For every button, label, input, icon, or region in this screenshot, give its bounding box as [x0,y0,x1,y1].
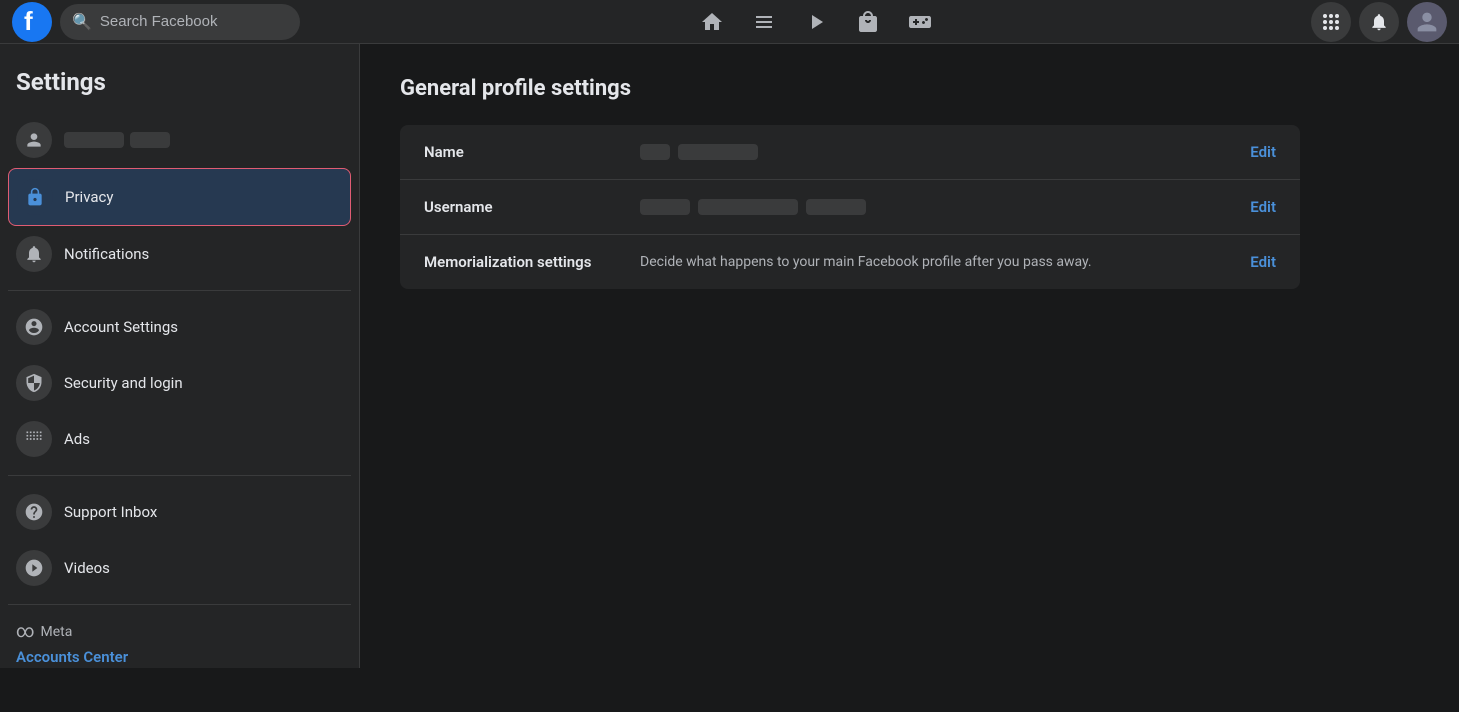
apps-menu-button[interactable] [1311,2,1351,42]
facebook-logo[interactable]: f [12,2,52,42]
watch-nav-button[interactable] [792,4,840,40]
meta-infinity-icon: ∞ [16,621,35,642]
username-redacted-2 [698,199,798,215]
username-redacted-3 [806,199,866,215]
security-login-icon [16,365,52,401]
sidebar-item-security-login[interactable]: Security and login [8,355,351,411]
sidebar-item-support-inbox[interactable]: Support Inbox [8,484,351,540]
search-input[interactable] [100,13,288,30]
ads-icon [16,421,52,457]
page-title: General profile settings [400,76,1419,101]
sidebar-item-videos[interactable]: Videos [8,540,351,596]
settings-card: Name Edit Username Edit Memoriali [400,125,1300,289]
username-value [640,199,1234,215]
name-redacted-2 [678,144,758,160]
profile-icon-container [16,122,52,158]
sidebar-ads-label: Ads [64,430,90,448]
memorialization-label: Memorialization settings [424,253,624,271]
sidebar-divider-2 [8,475,351,476]
sidebar-divider-3 [8,604,351,605]
profile-name-redacted2 [130,132,170,148]
user-avatar[interactable] [1407,2,1447,42]
username-redacted-1 [640,199,690,215]
username-label: Username [424,198,624,216]
meta-label: Meta [41,624,73,640]
settings-row-memorialization: Memorialization settings Decide what hap… [400,235,1300,289]
sidebar-divider-1 [8,290,351,291]
sidebar-item-account-settings[interactable]: Account Settings [8,299,351,355]
marketplace-nav-button[interactable] [844,4,892,40]
memorialization-edit-button[interactable]: Edit [1250,253,1276,271]
sidebar-support-inbox-label: Support Inbox [64,503,157,521]
topnav: f 🔍 [0,0,1459,44]
settings-row-name: Name Edit [400,125,1300,180]
main-content: General profile settings Name Edit Usern… [360,44,1459,668]
sidebar-videos-label: Videos [64,559,110,577]
sidebar: Settings Privacy [0,44,360,668]
memorialization-description: Decide what happens to your main Faceboo… [640,254,1234,270]
sidebar-notifications-label: Notifications [64,245,149,263]
sidebar-item-privacy[interactable]: Privacy [8,168,351,226]
name-edit-button[interactable]: Edit [1250,143,1276,161]
sidebar-title: Settings [8,60,351,112]
privacy-icon-container [17,179,53,215]
pages-nav-button[interactable] [740,4,788,40]
name-value [640,144,1234,160]
search-bar[interactable]: 🔍 [60,4,300,40]
profile-name-redacted [64,132,124,148]
meta-section: ∞ Meta Accounts Center Control settings … [8,613,351,668]
main-layout: Settings Privacy [0,44,1459,668]
sidebar-item-ads[interactable]: Ads [8,411,351,467]
svg-text:f: f [24,6,33,36]
name-redacted-1 [640,144,670,160]
gaming-nav-button[interactable] [896,4,944,40]
notifications-button[interactable] [1359,2,1399,42]
notifications-sidebar-icon [16,236,52,272]
meta-logo: ∞ Meta [16,621,343,642]
sidebar-security-login-label: Security and login [64,374,183,392]
home-nav-button[interactable] [688,4,736,40]
search-icon: 🔍 [72,12,92,31]
username-edit-button[interactable]: Edit [1250,198,1276,216]
support-inbox-icon [16,494,52,530]
sidebar-privacy-label: Privacy [65,188,113,206]
sidebar-account-settings-label: Account Settings [64,318,178,336]
sidebar-item-profile[interactable] [8,112,351,168]
account-settings-icon [16,309,52,345]
sidebar-item-notifications[interactable]: Notifications [8,226,351,282]
accounts-center-link[interactable]: Accounts Center [16,648,343,666]
topnav-center-icons [320,4,1311,40]
settings-row-username: Username Edit [400,180,1300,235]
name-label: Name [424,143,624,161]
videos-icon [16,550,52,586]
topnav-right [1311,2,1447,42]
